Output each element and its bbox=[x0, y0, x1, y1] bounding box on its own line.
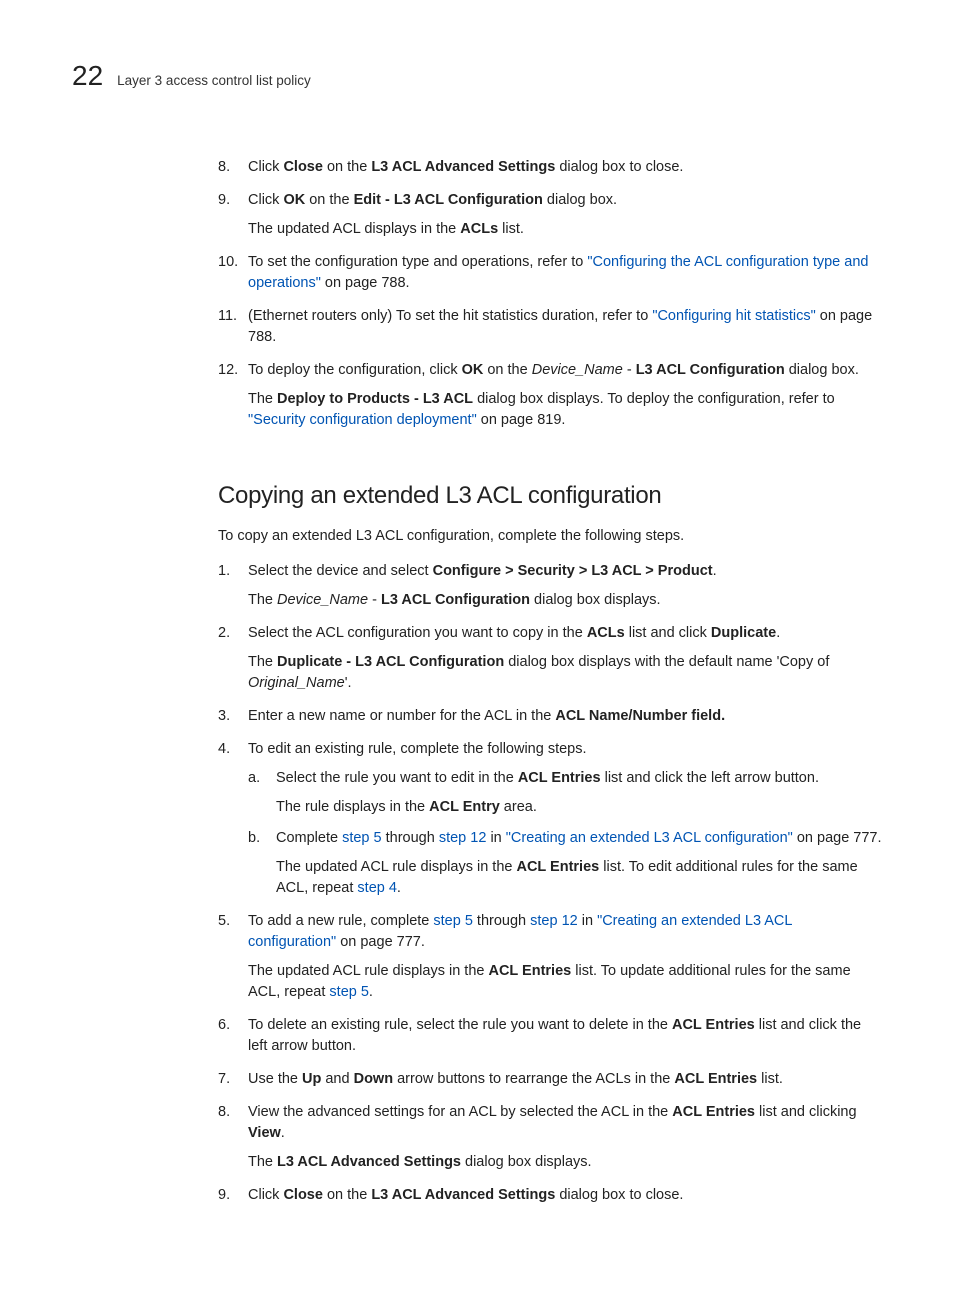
substeps: a. Select the rule you want to edit in t… bbox=[248, 768, 882, 899]
running-header: 22 Layer 3 access control list policy bbox=[72, 56, 882, 97]
body-text: Complete step 5 through step 12 in "Crea… bbox=[276, 830, 882, 846]
link-step-12[interactable]: step 12 bbox=[439, 830, 487, 846]
link-step-4[interactable]: step 4 bbox=[357, 880, 397, 896]
step-number: 8. bbox=[218, 1102, 242, 1123]
step-number: 2. bbox=[218, 623, 242, 644]
body-text: Click Close on the L3 ACL Advanced Setti… bbox=[248, 159, 683, 175]
step-number: 12. bbox=[218, 360, 242, 381]
step-7: 7. Use the Up and Down arrow buttons to … bbox=[218, 1069, 882, 1090]
link-step-12[interactable]: step 12 bbox=[530, 913, 578, 929]
link-step-5[interactable]: step 5 bbox=[342, 830, 382, 846]
step-10: 10. To set the configuration type and op… bbox=[218, 252, 882, 294]
substep-letter: b. bbox=[248, 828, 260, 849]
step-number: 4. bbox=[218, 739, 242, 760]
step-number: 3. bbox=[218, 706, 242, 727]
body-text: Select the ACL configuration you want to… bbox=[248, 625, 780, 641]
running-title: Layer 3 access control list policy bbox=[117, 71, 311, 91]
page-content: 8. Click Close on the L3 ACL Advanced Se… bbox=[218, 157, 882, 1206]
step-9: 9. Click OK on the Edit - L3 ACL Configu… bbox=[218, 190, 882, 240]
step-8: 8. View the advanced settings for an ACL… bbox=[218, 1102, 882, 1173]
substep-b: b. Complete step 5 through step 12 in "C… bbox=[248, 828, 882, 899]
step-1: 1. Select the device and select Configur… bbox=[218, 561, 882, 611]
step-6: 6. To delete an existing rule, select th… bbox=[218, 1015, 882, 1057]
page-number: 22 bbox=[72, 56, 103, 97]
link-step-5[interactable]: step 5 bbox=[433, 913, 473, 929]
body-text: To set the configuration type and operat… bbox=[248, 254, 868, 291]
step-12: 12. To deploy the configuration, click O… bbox=[218, 360, 882, 431]
step-8: 8. Click Close on the L3 ACL Advanced Se… bbox=[218, 157, 882, 178]
step-number: 5. bbox=[218, 911, 242, 932]
page: 22 Layer 3 access control list policy 8.… bbox=[0, 0, 954, 1306]
step-9: 9. Click Close on the L3 ACL Advanced Se… bbox=[218, 1185, 882, 1206]
step-number: 9. bbox=[218, 190, 242, 211]
sub-text: The L3 ACL Advanced Settings dialog box … bbox=[248, 1152, 882, 1173]
link-hit-statistics[interactable]: "Configuring hit statistics" bbox=[652, 308, 815, 324]
body-text: Select the rule you want to edit in the … bbox=[276, 770, 819, 786]
step-number: 8. bbox=[218, 157, 242, 178]
procedure-steps: 1. Select the device and select Configur… bbox=[218, 561, 882, 1206]
sub-text: The Deploy to Products - L3 ACL dialog b… bbox=[248, 389, 882, 431]
sub-text: The rule displays in the ACL Entry area. bbox=[276, 797, 882, 818]
body-text: Select the device and select Configure >… bbox=[248, 563, 717, 579]
continued-steps: 8. Click Close on the L3 ACL Advanced Se… bbox=[218, 157, 882, 431]
step-number: 7. bbox=[218, 1069, 242, 1090]
body-text: Click OK on the Edit - L3 ACL Configurat… bbox=[248, 192, 617, 208]
sub-text: The Duplicate - L3 ACL Configuration dia… bbox=[248, 652, 882, 694]
body-text: To edit an existing rule, complete the f… bbox=[248, 741, 587, 757]
body-text: Click Close on the L3 ACL Advanced Setti… bbox=[248, 1187, 683, 1203]
step-number: 9. bbox=[218, 1185, 242, 1206]
section-lead: To copy an extended L3 ACL configuration… bbox=[218, 526, 882, 547]
body-text: (Ethernet routers only) To set the hit s… bbox=[248, 308, 872, 345]
step-number: 1. bbox=[218, 561, 242, 582]
link-creating-extended[interactable]: "Creating an extended L3 ACL configurati… bbox=[506, 830, 793, 846]
body-text: To delete an existing rule, select the r… bbox=[248, 1017, 861, 1054]
step-2: 2. Select the ACL configuration you want… bbox=[218, 623, 882, 694]
section-heading: Copying an extended L3 ACL configuration bbox=[218, 479, 882, 514]
sub-text: The updated ACL rule displays in the ACL… bbox=[276, 857, 882, 899]
substep-a: a. Select the rule you want to edit in t… bbox=[248, 768, 882, 818]
body-text: To add a new rule, complete step 5 throu… bbox=[248, 913, 792, 950]
step-number: 11. bbox=[218, 306, 242, 327]
body-text: To deploy the configuration, click OK on… bbox=[248, 362, 859, 378]
step-number: 6. bbox=[218, 1015, 242, 1036]
step-5: 5. To add a new rule, complete step 5 th… bbox=[218, 911, 882, 1003]
step-number: 10. bbox=[218, 252, 242, 273]
sub-text: The updated ACL displays in the ACLs lis… bbox=[248, 219, 882, 240]
body-text: Use the Up and Down arrow buttons to rea… bbox=[248, 1071, 783, 1087]
step-4: 4. To edit an existing rule, complete th… bbox=[218, 739, 882, 899]
sub-text: The Device_Name - L3 ACL Configuration d… bbox=[248, 590, 882, 611]
step-3: 3. Enter a new name or number for the AC… bbox=[218, 706, 882, 727]
body-text: Enter a new name or number for the ACL i… bbox=[248, 708, 725, 724]
sub-text: The updated ACL rule displays in the ACL… bbox=[248, 961, 882, 1003]
body-text: View the advanced settings for an ACL by… bbox=[248, 1104, 857, 1141]
link-step-5[interactable]: step 5 bbox=[329, 984, 369, 1000]
substep-letter: a. bbox=[248, 768, 260, 789]
step-11: 11. (Ethernet routers only) To set the h… bbox=[218, 306, 882, 348]
link-security-deployment[interactable]: "Security configuration deployment" bbox=[248, 412, 477, 428]
